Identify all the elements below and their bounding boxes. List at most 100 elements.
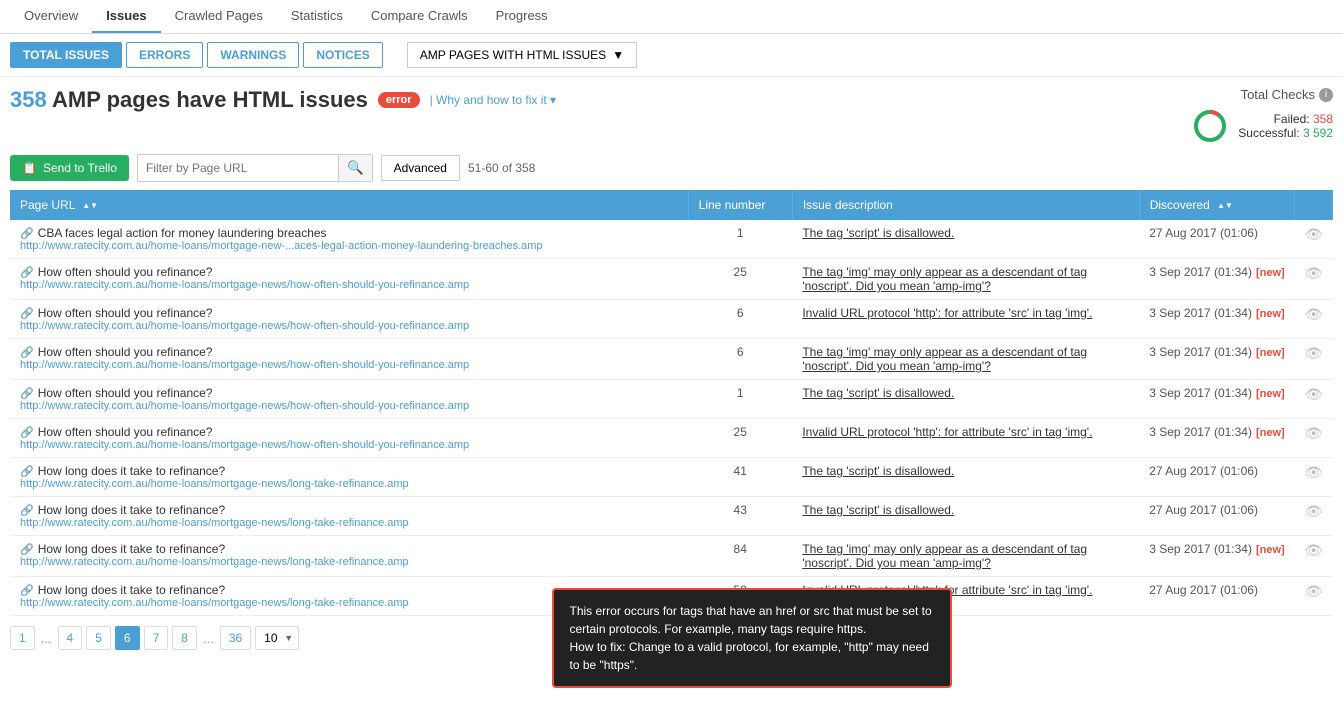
filter-total-issues[interactable]: TOTAL ISSUES <box>10 42 122 68</box>
line-number-cell: 25 <box>688 419 792 458</box>
page-url-link[interactable]: http://www.ratecity.com.au/home-loans/mo… <box>20 439 678 451</box>
issue-type-dropdown[interactable]: AMP PAGES WITH HTML ISSUES ▼ <box>407 42 637 68</box>
search-button[interactable]: 🔍 <box>338 155 372 181</box>
page-url-link[interactable]: http://www.ratecity.com.au/home-loans/mo… <box>20 320 678 332</box>
page-url-cell: 🔗 How often should you refinance? http:/… <box>10 419 688 458</box>
action-cell: 👁 <box>1295 577 1333 616</box>
page-url-link[interactable]: http://www.ratecity.com.au/home-loans/mo… <box>20 478 678 490</box>
headline-left: 358 AMP pages have HTML issues error | W… <box>10 87 556 113</box>
line-number-cell: 6 <box>688 339 792 380</box>
discovered-cell: 3 Sep 2017 (01:34)[new] <box>1139 380 1294 419</box>
page-title: 🔗 How often should you refinance? <box>20 265 678 279</box>
new-badge: [new] <box>1256 308 1285 320</box>
page-btn-1[interactable]: 1 <box>10 626 35 650</box>
hide-icon[interactable]: 👁 <box>1305 265 1323 281</box>
issue-link[interactable]: The tag 'script' is disallowed. <box>802 464 954 478</box>
checks-legend: Failed: 358 Successful: 3 592 <box>1238 112 1333 140</box>
per-page-select[interactable]: 10 25 50 <box>255 626 299 650</box>
page-url-link[interactable]: http://www.ratecity.com.au/home-loans/mo… <box>20 279 678 291</box>
toolbar-row: 📋 Send to Trello 🔍 Advanced 51-60 of 358 <box>10 154 1333 182</box>
dropdown-arrow-icon: ▼ <box>612 48 624 62</box>
advanced-button[interactable]: Advanced <box>381 155 460 181</box>
table-row: 🔗 How long does it take to refinance? ht… <box>10 458 1333 497</box>
page-btn-36[interactable]: 36 <box>220 626 251 650</box>
page-url-link[interactable]: http://www.ratecity.com.au/home-loans/mo… <box>20 240 678 252</box>
action-cell: 👁 <box>1295 458 1333 497</box>
page-url-link[interactable]: http://www.ratecity.com.au/home-loans/mo… <box>20 556 678 568</box>
page-url-cell: 🔗 CBA faces legal action for money laund… <box>10 220 688 259</box>
nav-crawled-pages[interactable]: Crawled Pages <box>161 0 277 33</box>
line-number-cell: 1 <box>688 220 792 259</box>
main-content: 358 AMP pages have HTML issues error | W… <box>0 77 1343 660</box>
hide-icon[interactable]: 👁 <box>1305 226 1323 242</box>
total-checks-label: Total Checks <box>1241 87 1315 102</box>
search-input[interactable] <box>138 156 338 180</box>
filter-errors[interactable]: ERRORS <box>126 42 203 68</box>
donut-chart <box>1192 108 1228 144</box>
discovered-cell: 3 Sep 2017 (01:34)[new] <box>1139 300 1294 339</box>
issue-link[interactable]: The tag 'img' may only appear as a desce… <box>802 542 1087 570</box>
donut-row: Failed: 358 Successful: 3 592 <box>1153 108 1333 144</box>
col-header-issue: Issue description <box>792 190 1139 220</box>
issue-link[interactable]: Invalid URL protocol 'http': for attribu… <box>802 306 1092 320</box>
page-btn-7[interactable]: 7 <box>144 626 169 650</box>
page-icon: 🔗 <box>20 426 34 439</box>
page-btn-4[interactable]: 4 <box>58 626 83 650</box>
nav-progress[interactable]: Progress <box>482 0 562 33</box>
page-btn-8[interactable]: 8 <box>172 626 197 650</box>
hide-icon[interactable]: 👁 <box>1305 583 1323 599</box>
page-btn-5[interactable]: 5 <box>86 626 111 650</box>
nav-overview[interactable]: Overview <box>10 0 92 33</box>
page-title-text: How often should you refinance? <box>38 265 213 279</box>
hide-icon[interactable]: 👁 <box>1305 386 1323 402</box>
nav-statistics[interactable]: Statistics <box>277 0 357 33</box>
send-to-trello-button[interactable]: 📋 Send to Trello <box>10 155 129 181</box>
col-header-page-url[interactable]: Page URL ▲▼ <box>10 190 688 220</box>
page-title: 🔗 How often should you refinance? <box>20 386 678 400</box>
table-row: 🔗 How often should you refinance? http:/… <box>10 259 1333 300</box>
page-url-link[interactable]: http://www.ratecity.com.au/home-loans/mo… <box>20 359 678 371</box>
page-url-cell: 🔗 How long does it take to refinance? ht… <box>10 536 688 577</box>
discovered-cell: 3 Sep 2017 (01:34)[new] <box>1139 536 1294 577</box>
page-title-text: How long does it take to refinance? <box>38 542 225 556</box>
issue-link[interactable]: Invalid URL protocol 'http': for attribu… <box>802 425 1092 439</box>
issue-link[interactable]: The tag 'script' is disallowed. <box>802 226 954 240</box>
issue-description-cell: The tag 'img' may only appear as a desce… <box>792 259 1139 300</box>
filter-warnings[interactable]: WARNINGS <box>207 42 299 68</box>
issue-link[interactable]: The tag 'script' is disallowed. <box>802 386 954 400</box>
issue-description-cell: The tag 'script' is disallowed. <box>792 380 1139 419</box>
hide-icon[interactable]: 👁 <box>1305 542 1323 558</box>
why-how-to-fix-link[interactable]: | Why and how to fix it ▾ <box>430 93 557 107</box>
info-icon[interactable]: i <box>1319 88 1333 102</box>
ellipsis-1: ... <box>39 631 54 646</box>
hide-icon[interactable]: 👁 <box>1305 503 1323 519</box>
page-title-text: How long does it take to refinance? <box>38 503 225 517</box>
page-url-cell: 🔗 How long does it take to refinance? ht… <box>10 458 688 497</box>
hide-icon[interactable]: 👁 <box>1305 464 1323 480</box>
nav-compare-crawls[interactable]: Compare Crawls <box>357 0 482 33</box>
hide-icon[interactable]: 👁 <box>1305 345 1323 361</box>
page-url-cell: 🔗 How often should you refinance? http:/… <box>10 259 688 300</box>
issue-link[interactable]: The tag 'img' may only appear as a desce… <box>802 265 1087 293</box>
action-cell: 👁 <box>1295 536 1333 577</box>
page-icon: 🔗 <box>20 266 34 279</box>
page-url-link[interactable]: http://www.ratecity.com.au/home-loans/mo… <box>20 400 678 412</box>
page-icon: 🔗 <box>20 504 34 517</box>
success-count-row: Successful: 3 592 <box>1238 126 1333 140</box>
col-header-discovered[interactable]: Discovered ▲▼ <box>1139 190 1294 220</box>
page-title-text: How often should you refinance? <box>38 386 213 400</box>
filter-notices[interactable]: NOTICES <box>303 42 382 68</box>
page-title-text: How often should you refinance? <box>38 306 213 320</box>
filter-bar: TOTAL ISSUES ERRORS WARNINGS NOTICES AMP… <box>0 34 1343 77</box>
discovered-cell: 27 Aug 2017 (01:06) <box>1139 458 1294 497</box>
discovered-cell: 27 Aug 2017 (01:06) <box>1139 220 1294 259</box>
sort-icon-url: ▲▼ <box>82 201 98 210</box>
hide-icon[interactable]: 👁 <box>1305 306 1323 322</box>
page-btn-6[interactable]: 6 <box>115 626 140 650</box>
nav-issues[interactable]: Issues <box>92 0 160 33</box>
issue-link[interactable]: The tag 'img' may only appear as a desce… <box>802 345 1087 373</box>
issue-link[interactable]: The tag 'script' is disallowed. <box>802 503 954 517</box>
page-url-link[interactable]: http://www.ratecity.com.au/home-loans/mo… <box>20 517 678 529</box>
hide-icon[interactable]: 👁 <box>1305 425 1323 441</box>
line-number-cell: 41 <box>688 458 792 497</box>
